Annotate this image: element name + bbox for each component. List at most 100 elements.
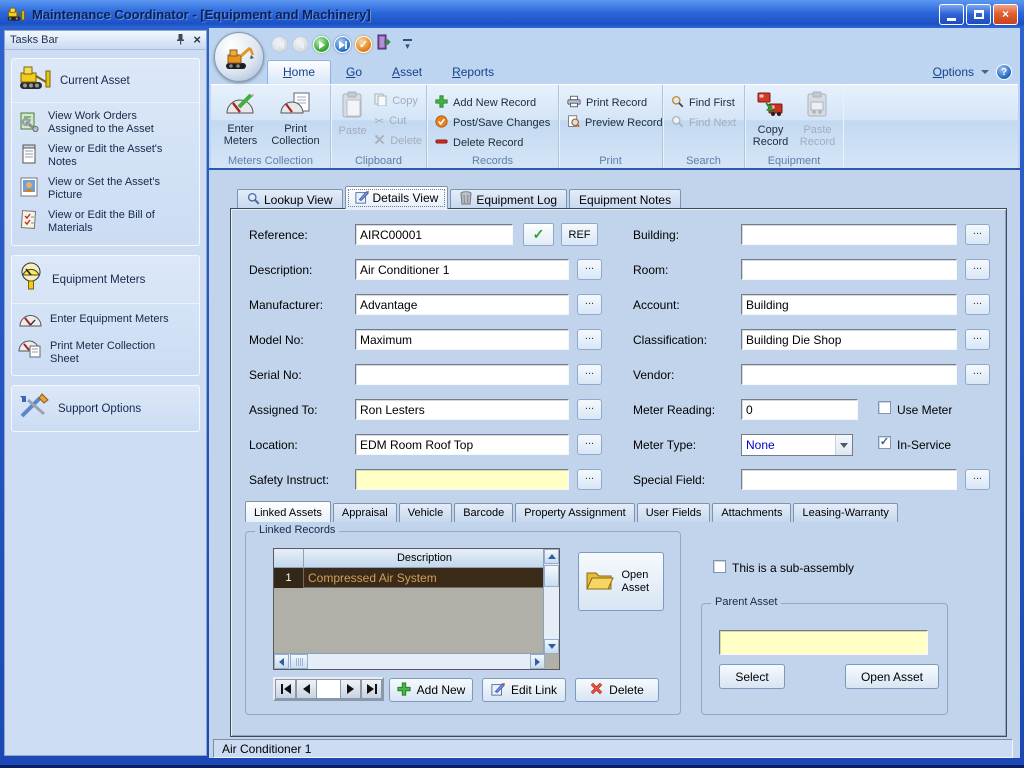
qat-previous-record-button[interactable]: [292, 36, 309, 53]
qat-post-save-button[interactable]: ✓: [355, 36, 372, 53]
serial-no-browse-button[interactable]: ...: [577, 364, 602, 385]
help-button[interactable]: ?: [996, 64, 1012, 80]
account-input[interactable]: [741, 294, 957, 315]
scroll-down-button[interactable]: [544, 639, 559, 654]
qat-customize-button[interactable]: ▾: [401, 39, 414, 50]
find-next-button[interactable]: Find Next: [671, 114, 736, 131]
scroll-right-button[interactable]: [530, 654, 545, 669]
safety-instruct-browse-button[interactable]: ...: [577, 469, 602, 490]
row-number-cell[interactable]: 1: [274, 568, 304, 588]
ribbon-tab-reports[interactable]: Reports: [437, 61, 509, 84]
delete-link-button[interactable]: Delete: [575, 678, 659, 702]
current-asset-header[interactable]: Current Asset: [12, 59, 199, 103]
sidebar-item-enter-meters[interactable]: Enter Equipment Meters: [14, 308, 197, 335]
subtab-barcode[interactable]: Barcode: [454, 503, 513, 522]
horizontal-scrollbar[interactable]: [274, 653, 545, 669]
classification-input[interactable]: [741, 329, 957, 350]
tab-equipment-log[interactable]: Equipment Log: [450, 189, 567, 209]
preview-record-button[interactable]: Preview Record: [567, 114, 654, 131]
meter-type-select[interactable]: None: [741, 434, 853, 456]
subtab-user-fields[interactable]: User Fields: [637, 503, 711, 522]
assigned-to-input[interactable]: [355, 399, 569, 420]
description-browse-button[interactable]: ...: [577, 259, 602, 280]
tab-equipment-notes[interactable]: Equipment Notes: [569, 189, 681, 209]
qat-next-record-button[interactable]: [313, 36, 330, 53]
nav-last-button[interactable]: [361, 679, 382, 699]
horizontal-scroll-thumb[interactable]: [290, 654, 308, 669]
location-input[interactable]: [355, 434, 569, 455]
scroll-left-button[interactable]: [274, 654, 289, 669]
scroll-up-button[interactable]: [544, 549, 559, 564]
reference-input[interactable]: [355, 224, 513, 245]
room-browse-button[interactable]: ...: [965, 259, 990, 280]
add-new-record-button[interactable]: Add New Record: [435, 94, 550, 111]
subtab-vehicle[interactable]: Vehicle: [399, 503, 452, 522]
use-meter-checkbox[interactable]: [878, 401, 891, 414]
safety-instruct-input[interactable]: [355, 469, 569, 490]
model-no-input[interactable]: [355, 329, 569, 350]
copy-record-button[interactable]: Copy Record: [747, 88, 794, 152]
sub-assembly-checkbox[interactable]: [713, 560, 726, 573]
special-field-browse-button[interactable]: ...: [965, 469, 990, 490]
select-parent-button[interactable]: Select: [719, 664, 785, 689]
assigned-to-browse-button[interactable]: ...: [577, 399, 602, 420]
meter-reading-input[interactable]: [741, 399, 858, 420]
parent-asset-input[interactable]: [719, 630, 928, 655]
nav-next-button[interactable]: [340, 679, 361, 699]
qat-last-record-button[interactable]: [334, 36, 351, 53]
subtab-linked-assets[interactable]: Linked Assets: [245, 501, 331, 522]
vendor-browse-button[interactable]: ...: [965, 364, 990, 385]
ref-button[interactable]: REF: [561, 223, 598, 246]
vertical-scrollbar[interactable]: [543, 549, 559, 654]
nav-first-button[interactable]: [275, 679, 296, 699]
delete-record-button[interactable]: Delete Record: [435, 134, 550, 151]
minimize-button[interactable]: [939, 4, 964, 25]
options-menu[interactable]: Options: [933, 65, 974, 79]
app-menu-button[interactable]: [214, 32, 264, 82]
subtab-property-assignment[interactable]: Property Assignment: [515, 503, 635, 522]
qat-first-record-button[interactable]: [271, 36, 288, 53]
subtab-appraisal[interactable]: Appraisal: [333, 503, 397, 522]
cut-button[interactable]: ✂ Cut: [374, 112, 422, 129]
sidebar-item-print-meter-sheet[interactable]: Print Meter Collection Sheet: [14, 335, 197, 369]
ribbon-tab-asset[interactable]: Asset: [377, 61, 437, 84]
sidebar-item-edit-notes[interactable]: View or Edit the Asset's Notes: [14, 140, 197, 173]
print-record-button[interactable]: Print Record: [567, 94, 654, 111]
building-browse-button[interactable]: ...: [965, 224, 990, 245]
find-first-button[interactable]: Find First: [671, 94, 736, 111]
clipboard-delete-button[interactable]: Delete: [374, 132, 422, 149]
sidebar-item-set-picture[interactable]: View or Set the Asset's Picture: [14, 173, 197, 206]
special-field-input[interactable]: [741, 469, 957, 490]
support-options-header[interactable]: Support Options: [12, 386, 199, 431]
manufacturer-input[interactable]: [355, 294, 569, 315]
equipment-meters-header[interactable]: Equipment Meters: [12, 256, 199, 304]
subtab-leasing-warranty[interactable]: Leasing-Warranty: [793, 503, 897, 522]
account-browse-button[interactable]: ...: [965, 294, 990, 315]
classification-browse-button[interactable]: ...: [965, 329, 990, 350]
add-new-button[interactable]: Add New: [389, 678, 473, 702]
pin-icon[interactable]: [176, 33, 185, 48]
sidebar-item-view-work-orders[interactable]: View Work Orders Assigned to the Asset: [14, 107, 197, 140]
room-input[interactable]: [741, 259, 957, 280]
tab-details-view[interactable]: Details View: [345, 186, 449, 209]
vertical-scroll-thumb[interactable]: [544, 565, 559, 587]
post-save-changes-button[interactable]: Post/Save Changes: [435, 114, 550, 131]
open-asset-button[interactable]: Open Asset: [578, 552, 664, 611]
reference-validate-button[interactable]: ✓: [523, 223, 554, 246]
open-parent-asset-button[interactable]: Open Asset: [845, 664, 939, 689]
description-input[interactable]: [355, 259, 569, 280]
paste-button[interactable]: Paste: [333, 88, 372, 152]
qat-exit-button[interactable]: [376, 34, 391, 55]
sidebar-item-bill-of-materials[interactable]: View or Edit the Bill of Materials: [14, 206, 197, 239]
table-row[interactable]: Compressed Air System: [304, 568, 545, 588]
copy-button[interactable]: Copy: [374, 92, 422, 109]
model-no-browse-button[interactable]: ...: [577, 329, 602, 350]
maximize-button[interactable]: [966, 4, 991, 25]
ribbon-tab-go[interactable]: Go: [331, 61, 377, 84]
tasks-bar-close-icon[interactable]: ×: [193, 35, 201, 45]
vendor-input[interactable]: [741, 364, 957, 385]
description-column-header[interactable]: Description: [304, 549, 545, 568]
building-input[interactable]: [741, 224, 957, 245]
paste-record-button[interactable]: Paste Record: [794, 88, 841, 152]
combo-dropdown-button[interactable]: [835, 435, 852, 455]
